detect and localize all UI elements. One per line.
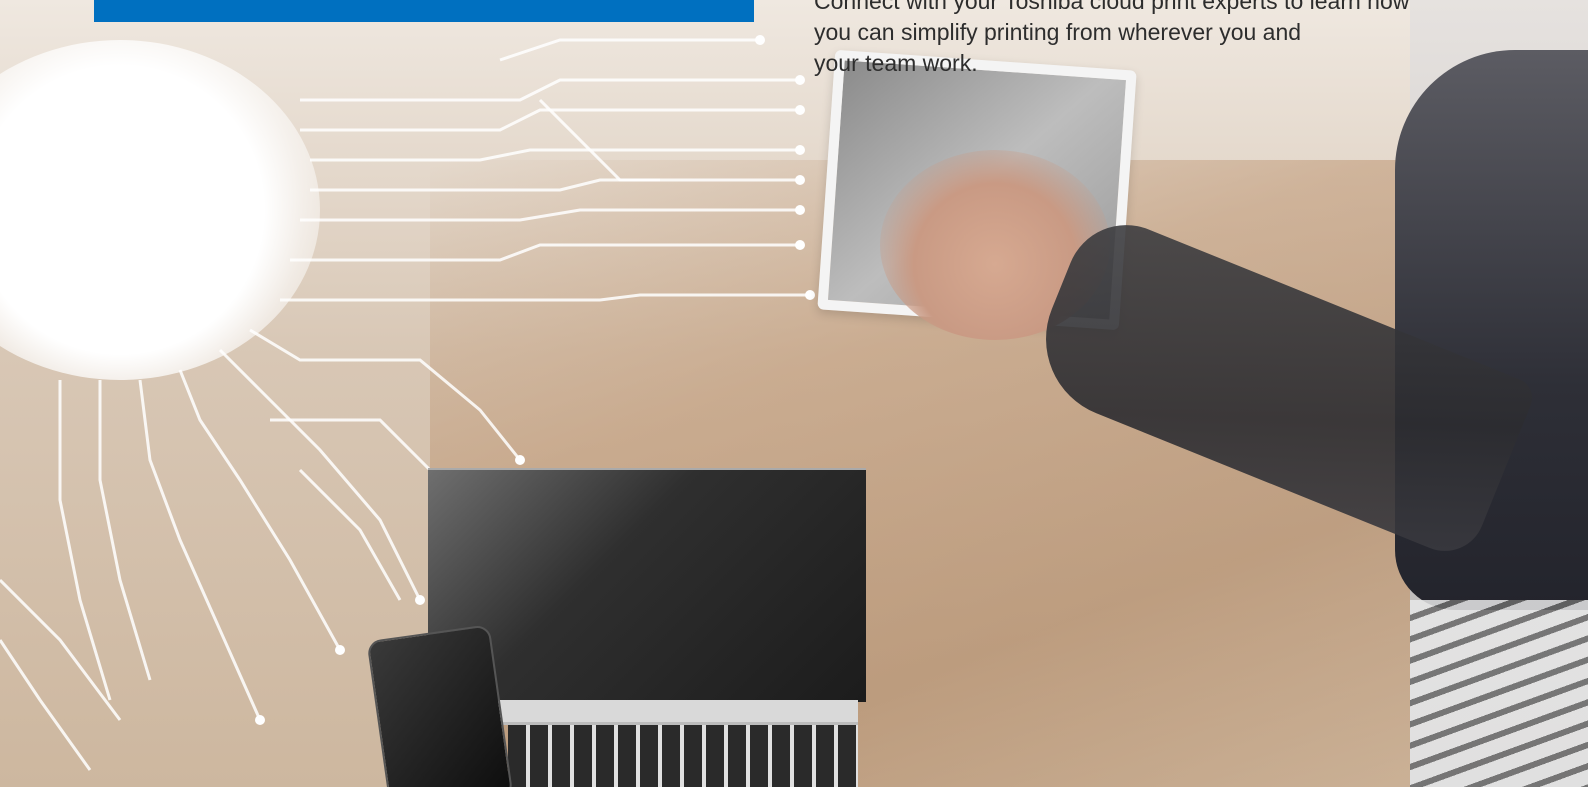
smartphone-image [366,624,514,787]
cta-bar [94,0,754,22]
cta-description: Connect with your Toshiba cloud print ex… [814,0,1514,79]
cta-line-1: Connect with your Toshiba cloud print ex… [814,0,1410,14]
cta-line-3: your team work. [814,50,978,76]
laptop-hinge [470,700,858,725]
chair-image [1410,600,1588,787]
hero-banner: Connect with your Toshiba cloud print ex… [0,0,1588,787]
cta-line-2: you can simplify printing from wherever … [814,19,1302,45]
laptop-keyboard [508,725,858,787]
